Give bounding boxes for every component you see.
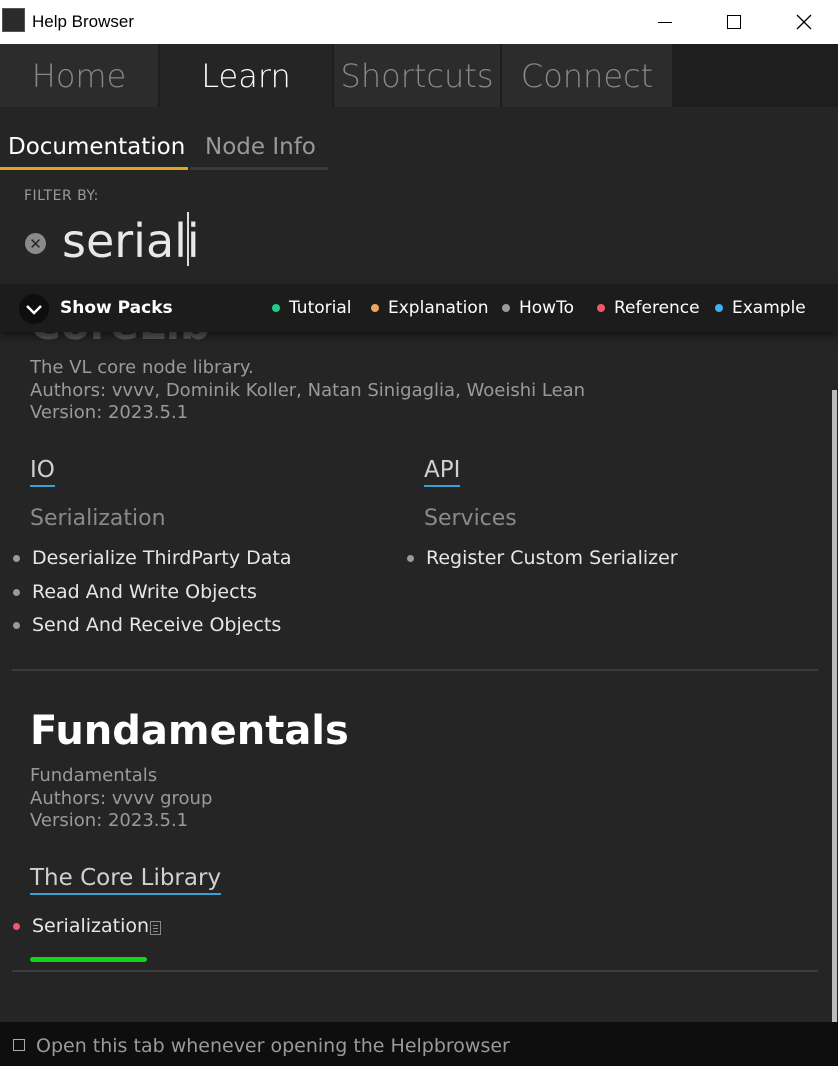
list-item[interactable]: Serialization — [32, 915, 149, 937]
packs-bar: Show Packs Tutorial Explanation HowTo Re… — [0, 284, 838, 332]
pack-version: Version: 2023.5.1 — [30, 402, 189, 423]
window-title: Help Browser — [32, 12, 135, 31]
legend-example[interactable]: Example — [715, 298, 806, 318]
show-packs-label[interactable]: Show Packs — [60, 298, 173, 318]
howto-bullet — [13, 555, 20, 562]
tab-learn[interactable]: Learn — [160, 44, 332, 107]
pack-authors: Authors: vvvv group — [30, 788, 213, 809]
doc-content[interactable]: CoreLib The VL core node library. Author… — [0, 332, 832, 1022]
clear-filter-button[interactable]: ✕ — [25, 233, 46, 254]
tab-connect[interactable]: Connect — [502, 44, 672, 107]
pack-description: Fundamentals — [30, 765, 158, 786]
open-tab-label[interactable]: Open this tab whenever opening the Helpb… — [36, 1035, 510, 1057]
app-icon — [2, 8, 25, 32]
howto-bullet — [13, 622, 20, 629]
pack-description: The VL core node library. — [30, 357, 254, 378]
category-io[interactable]: IO — [30, 455, 55, 487]
tab-documentation[interactable]: Documentation — [0, 121, 188, 170]
open-tab-checkbox[interactable] — [13, 1039, 25, 1051]
legend-label: Explanation — [388, 298, 489, 318]
section-divider — [12, 669, 818, 671]
scrollbar[interactable] — [832, 390, 837, 1022]
document-icon[interactable] — [150, 921, 161, 935]
explanation-dot — [371, 304, 379, 312]
tutorial-dot — [272, 304, 280, 312]
text-caret — [187, 212, 189, 266]
reference-bullet — [13, 923, 20, 930]
legend-reference[interactable]: Reference — [597, 298, 700, 318]
tab-home[interactable]: Home — [0, 44, 158, 107]
close-button[interactable] — [775, 0, 833, 44]
legend-label: Example — [732, 298, 806, 318]
subcategory-services: Services — [424, 506, 517, 531]
howto-bullet — [407, 555, 414, 562]
legend-label: Tutorial — [289, 298, 352, 318]
list-item[interactable]: Send And Receive Objects — [32, 614, 281, 636]
category-api[interactable]: API — [424, 455, 461, 487]
section-divider — [12, 970, 818, 972]
pack-title: CoreLib — [30, 332, 210, 349]
pack-version: Version: 2023.5.1 — [30, 810, 189, 831]
title-bar: Help Browser — [0, 0, 838, 44]
howto-dot — [502, 304, 510, 312]
tab-shortcuts[interactable]: Shortcuts — [334, 44, 500, 107]
minimize-button[interactable] — [636, 0, 694, 44]
tab-node-info[interactable]: Node Info — [190, 121, 328, 170]
legend-label: Reference — [614, 298, 700, 318]
progress-bar — [30, 957, 147, 962]
filter-label: FILTER BY: — [24, 188, 99, 204]
list-item[interactable]: Read And Write Objects — [32, 581, 257, 603]
list-item[interactable]: Deserialize ThirdParty Data — [32, 547, 292, 569]
chevron-down-icon — [26, 305, 42, 315]
show-packs-toggle[interactable] — [19, 294, 49, 324]
list-item[interactable]: Register Custom Serializer — [426, 547, 678, 569]
maximize-button[interactable] — [705, 0, 763, 44]
legend-tutorial[interactable]: Tutorial — [272, 298, 352, 318]
legend-howto[interactable]: HowTo — [502, 298, 574, 318]
maximize-icon — [727, 15, 741, 29]
clear-icon: ✕ — [29, 234, 42, 253]
close-icon — [796, 14, 812, 30]
legend-label: HowTo — [519, 298, 574, 318]
pack-authors: Authors: vvvv, Dominik Koller, Natan Sin… — [30, 380, 586, 401]
footer: Open this tab whenever opening the Helpb… — [0, 1022, 838, 1066]
howto-bullet — [13, 589, 20, 596]
pack-title: Fundamentals — [30, 708, 349, 754]
subcategory-serialization: Serialization — [30, 506, 166, 531]
legend-explanation[interactable]: Explanation — [371, 298, 489, 318]
category-core-library[interactable]: The Core Library — [30, 863, 222, 895]
filter-input[interactable] — [62, 211, 762, 271]
main-tab-bar: Home Learn Shortcuts Connect — [0, 44, 838, 107]
example-dot — [715, 304, 723, 312]
reference-dot — [597, 304, 605, 312]
minimize-icon — [658, 21, 672, 23]
